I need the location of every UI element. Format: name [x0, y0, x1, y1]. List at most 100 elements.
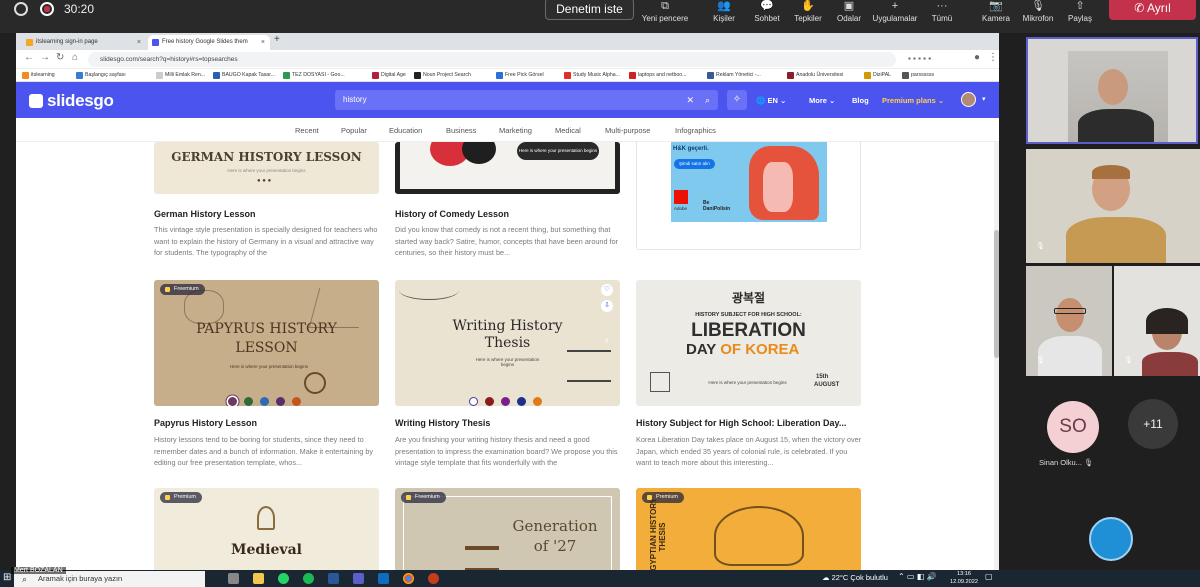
result-card-writing-thesis[interactable]: Writing History Thesis Here is where you…: [395, 280, 620, 470]
card-title[interactable]: History of Comedy Lesson: [395, 209, 625, 219]
camera-button[interactable]: 📷 Kamera: [978, 0, 1014, 33]
card-thumbnail[interactable]: EGYPTIAN HISTORY THESIS Premium: [636, 488, 861, 570]
video-tile[interactable]: 🎙: [1026, 266, 1112, 376]
video-tile[interactable]: 🎙: [1026, 149, 1200, 263]
color-swatch[interactable]: [469, 397, 478, 406]
chat-button[interactable]: 💬 Sohbet: [748, 0, 786, 33]
tab-slidesgo[interactable]: Free history Google Slides them ×: [148, 35, 270, 50]
back-icon[interactable]: ←: [24, 52, 34, 63]
more-participants-button[interactable]: +11: [1128, 399, 1178, 449]
download-icon[interactable]: ⇩: [601, 300, 613, 312]
category-link[interactable]: Popular: [341, 126, 367, 135]
bookmark-item[interactable]: Digital Age: [372, 69, 406, 82]
close-icon[interactable]: ×: [137, 35, 141, 50]
video-tile[interactable]: 🎙: [1114, 266, 1200, 376]
bookmark-item[interactable]: Noun Project Search: [414, 69, 471, 82]
bookmark-item[interactable]: parssssss: [902, 69, 934, 82]
video-tile-active[interactable]: [1026, 37, 1198, 144]
lightbulb-icon[interactable]: ✧: [727, 90, 747, 110]
category-link[interactable]: Marketing: [499, 126, 532, 135]
category-link[interactable]: Multi-purpose: [605, 126, 650, 135]
category-link[interactable]: Education: [389, 126, 422, 135]
avatar[interactable]: SO: [1047, 401, 1099, 453]
blog-link[interactable]: Blog: [852, 96, 869, 105]
spotify-icon[interactable]: [303, 573, 314, 584]
result-card-papyrus-history[interactable]: PAPYRUS HISTORY LESSON Here is where you…: [154, 280, 379, 470]
color-swatch[interactable]: [517, 397, 526, 406]
menu-icon[interactable]: ⋮: [988, 52, 998, 63]
microphone-button[interactable]: 🎙 Mikrofon: [1018, 0, 1058, 33]
card-title[interactable]: German History Lesson: [154, 209, 384, 219]
color-swatch[interactable]: [260, 397, 269, 406]
more-button[interactable]: ··· Tümü: [925, 0, 959, 33]
result-card-egyptian-thesis[interactable]: EGYPTIAN HISTORY THESIS Premium: [636, 488, 861, 570]
category-link[interactable]: Business: [446, 126, 476, 135]
premium-plans-link[interactable]: Premium plans ⌄: [882, 96, 944, 105]
forward-icon[interactable]: →: [40, 52, 50, 63]
reactions-button[interactable]: ✋ Tepkiler: [789, 0, 827, 33]
card-title[interactable]: Writing History Thesis: [395, 418, 625, 428]
slidesgo-logo[interactable]: slidesgo: [29, 91, 114, 111]
card-thumbnail[interactable]: Writing History Thesis Here is where you…: [395, 280, 620, 406]
card-title[interactable]: Papyrus History Lesson: [154, 418, 384, 428]
bookmark-item[interactable]: itslearning: [22, 69, 55, 82]
bookmark-item[interactable]: BAUGO Kapak Tasar...: [213, 69, 275, 82]
tab-itslearning[interactable]: itslearning sign-in page ×: [22, 35, 146, 50]
bookmark-item[interactable]: Başlangıç sayfası: [76, 69, 126, 82]
people-button[interactable]: 👥 Kişiler: [705, 0, 743, 33]
bookmark-item[interactable]: Milli Emlak Ren...: [156, 69, 205, 82]
file-explorer-icon[interactable]: [253, 573, 264, 584]
clear-icon[interactable]: ✕: [686, 90, 694, 110]
color-swatch[interactable]: [276, 397, 285, 406]
outlook-icon[interactable]: [378, 573, 389, 584]
bookmark-item[interactable]: Anadolu Üniversitesi: [787, 69, 843, 82]
powerpoint-icon[interactable]: [428, 573, 439, 584]
heart-icon[interactable]: ♡: [601, 284, 613, 296]
home-icon[interactable]: ⌂: [72, 52, 78, 63]
result-card-comedy-history[interactable]: Here is where your presentation begins H…: [395, 142, 620, 262]
new-window-button[interactable]: ⧉ Yeni pencere: [640, 0, 690, 33]
card-title[interactable]: History Subject for High School: Liberat…: [636, 418, 866, 428]
weather-widget[interactable]: ☁ 22°C Çok bulutlu: [822, 573, 888, 582]
bookmark-item[interactable]: laptops and netboo...: [629, 69, 686, 82]
card-thumbnail[interactable]: Medieval Premium: [154, 488, 379, 570]
address-bar[interactable]: slidesgo.com/search?q=history#rs=topsear…: [88, 52, 896, 67]
task-view-icon[interactable]: [228, 573, 239, 584]
rooms-button[interactable]: ▣ Odalar: [832, 0, 866, 33]
bookmark-item[interactable]: Free Pick Görsel: [496, 69, 544, 82]
color-swatch[interactable]: [485, 397, 494, 406]
bookmark-item[interactable]: Study Music Alpha...: [564, 69, 620, 82]
bookmark-item[interactable]: DiziPAL: [864, 69, 891, 82]
ad-buy-button[interactable]: Şimdi satın alın: [674, 159, 715, 169]
chevron-right-icon[interactable]: ›: [605, 335, 608, 346]
profile-icon[interactable]: ●: [974, 52, 980, 63]
category-link[interactable]: Medical: [555, 126, 581, 135]
color-swatch[interactable]: [228, 397, 237, 406]
category-link[interactable]: Infographics: [675, 126, 716, 135]
taskbar-clock[interactable]: 13:16 12.09.2022: [950, 570, 978, 586]
result-card-medieval[interactable]: Medieval Premium: [154, 488, 379, 570]
ad-image[interactable]: H&K geçerli. Şimdi satın alın Adobe Be D…: [671, 142, 827, 222]
card-thumbnail[interactable]: Here is where your presentation begins: [395, 142, 620, 194]
teams-icon[interactable]: [353, 573, 364, 584]
reload-icon[interactable]: ↻: [56, 52, 64, 63]
card-thumbnail[interactable]: Generation of '27 Freemium: [395, 488, 620, 570]
avatar[interactable]: [961, 92, 976, 107]
extensions-icon[interactable]: ▪ ▪ ▪ ▪ ▪: [908, 54, 931, 63]
result-card-generation-27[interactable]: Generation of '27 Freemium: [395, 488, 620, 570]
card-thumbnail[interactable]: PAPYRUS HISTORY LESSON Here is where you…: [154, 280, 379, 406]
notifications-icon[interactable]: ▢: [985, 572, 993, 581]
color-swatch[interactable]: [244, 397, 253, 406]
system-tray-icons[interactable]: ⌃ ▭ ◧ 🔊: [898, 572, 936, 581]
whatsapp-icon[interactable]: [278, 573, 289, 584]
monitor-button[interactable]: Denetim iste: [545, 0, 634, 20]
bookmark-item[interactable]: TEZ DOSYASI - Goo...: [283, 69, 345, 82]
close-icon[interactable]: ×: [261, 35, 265, 50]
color-swatch[interactable]: [292, 397, 301, 406]
share-button[interactable]: ⇧ Paylaş: [1063, 0, 1097, 33]
category-link[interactable]: Recent: [295, 126, 319, 135]
search-icon[interactable]: ⌕: [705, 90, 710, 110]
card-thumbnail[interactable]: 광복절 HISTORY SUBJECT FOR HIGH SCHOOL: LIB…: [636, 280, 861, 406]
color-swatch[interactable]: [533, 397, 542, 406]
color-swatch[interactable]: [501, 397, 510, 406]
